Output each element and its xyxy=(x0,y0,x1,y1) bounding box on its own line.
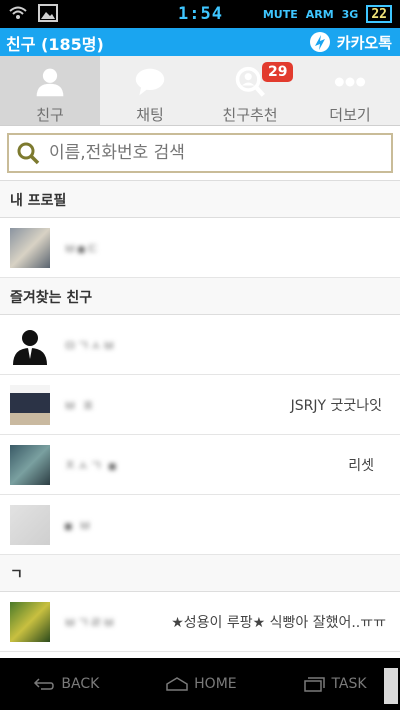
status-message: 리셋 xyxy=(348,458,374,474)
list-item-g-1[interactable]: ㅂㄱㄹㅂ ★성용이 루팡★ 식빵아 잘했어..ㅠㅠ xyxy=(0,592,400,652)
status-message: JSRJY 굿굿나잇 xyxy=(290,398,382,414)
friend-name: ㅂ ㅍ xyxy=(64,399,96,414)
home-label: HOME xyxy=(194,676,237,692)
recommend-count-badge: 29 xyxy=(262,62,294,82)
main-tabs: 친구 채팅 29 친구추천 더보기 xyxy=(0,56,400,126)
task-icon xyxy=(304,677,326,692)
mute-indicator: MUTE xyxy=(262,7,298,21)
list-item-my-profile[interactable]: ㅂ▪ㄷ xyxy=(0,218,400,278)
wifi-icon xyxy=(9,6,27,19)
status-message: ★성용이 루팡★ 식빵아 잘했어..ㅠㅠ xyxy=(171,615,386,631)
avatar xyxy=(10,228,50,268)
list-item-favorite-2[interactable]: ㅂ ㅍ JSRJY 굿굿나잇 xyxy=(0,375,400,435)
status-left-icons xyxy=(8,4,58,22)
app-title-bar: 친구 (185명) 카카오톡 xyxy=(0,28,400,56)
battery-indicator: 22 xyxy=(366,5,392,23)
friend-name: ㅂ▪ㄷ xyxy=(64,242,100,257)
friend-list: 내 프로필 ㅂ▪ㄷ 즐겨찾는 친구 ㅁㄱㅅㅂ ㅂ ㅍ JSRJY 굿굿나잇 ㅈㅅ… xyxy=(0,181,400,658)
tab-friend-recommend[interactable]: 29 친구추천 xyxy=(200,56,300,125)
back-label: BACK xyxy=(61,676,100,692)
search-input[interactable] xyxy=(47,142,367,164)
arm-indicator: ARM xyxy=(305,7,334,21)
more-dots-icon xyxy=(334,77,366,87)
back-button[interactable]: BACK xyxy=(33,676,99,692)
tab-more-label: 더보기 xyxy=(329,106,371,124)
home-icon xyxy=(166,677,188,691)
tab-chats-label: 채팅 xyxy=(136,106,164,124)
friend-name: ㅈㅅㄱ ▪ xyxy=(64,459,118,474)
chat-bubble-icon xyxy=(135,68,165,96)
task-label: TASK xyxy=(331,676,367,692)
brand-label: 카카오톡 xyxy=(336,33,392,52)
tab-chats[interactable]: 채팅 xyxy=(100,56,200,125)
status-bar: 1:54 MUTE ARM 3G 22 xyxy=(0,0,400,28)
search-box[interactable] xyxy=(7,133,393,173)
system-nav-bar: BACK HOME TASK xyxy=(0,658,400,710)
kakaotalk-logo-icon xyxy=(309,32,330,52)
search-icon xyxy=(17,142,40,165)
back-arrow-icon xyxy=(34,678,55,690)
friend-name: ㅁㄱㅅㅂ xyxy=(64,339,116,354)
list-item-favorite-4[interactable]: ▪ ㅂ xyxy=(0,495,400,555)
tab-friend-recommend-label: 친구추천 xyxy=(222,106,278,124)
side-edge-tab[interactable] xyxy=(384,668,398,704)
avatar xyxy=(10,325,50,365)
list-item-favorite-3[interactable]: ㅈㅅㄱ ▪ 리셋 xyxy=(0,435,400,495)
home-button[interactable]: HOME xyxy=(166,676,237,692)
task-button[interactable]: TASK xyxy=(303,676,367,692)
section-header-favorites: 즐겨찾는 친구 xyxy=(0,278,400,315)
person-icon xyxy=(36,68,64,97)
network-indicator: 3G xyxy=(341,7,359,21)
kakaotalk-brand[interactable]: 카카오톡 xyxy=(309,31,392,53)
section-header-index-g: ㄱ xyxy=(0,555,400,592)
avatar xyxy=(10,602,50,642)
friend-name: ㅂㄱㄹㅂ xyxy=(64,616,116,631)
avatar xyxy=(10,385,50,425)
list-item-favorite-1[interactable]: ㅁㄱㅅㅂ xyxy=(0,315,400,375)
search-area xyxy=(0,126,400,181)
clock: 1:54 xyxy=(178,4,223,24)
section-header-my-profile: 내 프로필 xyxy=(0,181,400,218)
status-right-icons: MUTE ARM 3G 22 xyxy=(263,5,392,23)
avatar xyxy=(10,505,50,545)
tab-friends-label: 친구 xyxy=(36,106,64,124)
avatar xyxy=(10,445,50,485)
tab-friends[interactable]: 친구 xyxy=(0,56,100,125)
tab-more[interactable]: 더보기 xyxy=(300,56,400,125)
page-title: 친구 (185명) xyxy=(6,35,104,54)
friend-name: ▪ ㅂ xyxy=(64,519,92,534)
default-silhouette-icon xyxy=(13,330,47,365)
image-notification-icon xyxy=(38,4,58,22)
